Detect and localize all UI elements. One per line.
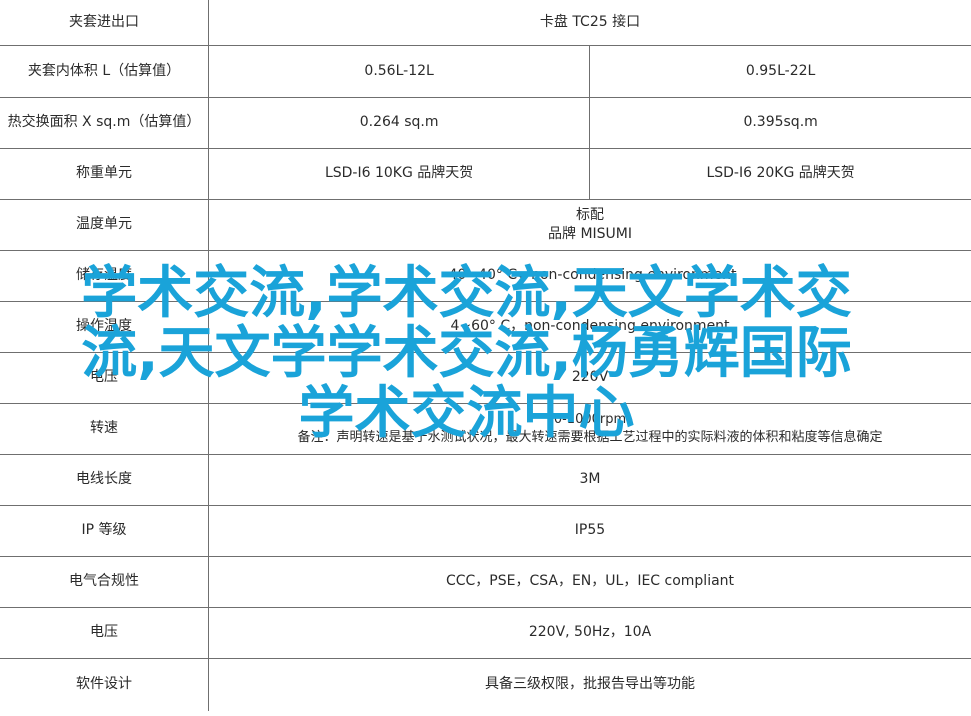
row-value: 220V, 50Hz，10A [208, 607, 971, 659]
watermark-line: 学术交流,学术交流,天文学术交 [81, 261, 852, 326]
row-label: 电气合规性 [0, 556, 209, 608]
row-value-line2: 品牌 MISUMI [548, 225, 632, 242]
row-value-right: LSD-I6 20KG 品牌天贺 [589, 148, 971, 200]
row-label: 热交换面积 X sq.m（估算值） [0, 97, 209, 149]
table-row: 夹套进出口 卡盘 TC25 接口 [0, 0, 971, 46]
row-value: IP55 [208, 505, 971, 557]
table-row: 电线长度 3M [0, 454, 971, 506]
table-row: 电气合规性 CCC，PSE，CSA，EN，UL，IEC compliant [0, 556, 971, 608]
row-value-right: 0.95L-22L [589, 45, 971, 98]
table-row: 电压 220V, 50Hz，10A [0, 607, 971, 659]
table-row: 称重单元 LSD-I6 10KG 品牌天贺 LSD-I6 20KG 品牌天贺 [0, 148, 971, 200]
row-label: 夹套内体积 L（估算值） [0, 45, 209, 98]
row-value: 标配 品牌 MISUMI [208, 199, 971, 251]
row-value-left: 0.56L-12L [207, 45, 590, 98]
row-label: 电线长度 [0, 454, 209, 506]
watermark-line: 流,天文学学术交流,杨勇辉国际 [81, 321, 852, 386]
row-label: 软件设计 [76, 676, 132, 693]
table-row: 热交换面积 X sq.m（估算值） 0.264 sq.m 0.395sq.m [0, 97, 971, 149]
row-value: CCC，PSE，CSA，EN，UL，IEC compliant [208, 556, 971, 608]
row-label: 称重单元 [0, 148, 209, 200]
row-value-left: 0.264 sq.m [207, 97, 590, 149]
table-row: IP 等级 IP55 [0, 505, 971, 557]
row-label: 温度单元 [0, 199, 209, 251]
row-value-right: 0.395sq.m [589, 97, 971, 149]
table-row: 软件设计 具备三级权限，批报告导出等功能 [0, 658, 971, 711]
table-row: 夹套内体积 L（估算值） 0.56L-12L 0.95L-22L [0, 45, 971, 98]
row-label: IP 等级 [0, 505, 209, 557]
table-row: 温度单元 标配 品牌 MISUMI [0, 199, 971, 251]
row-value: 卡盘 TC25 接口 [208, 0, 971, 46]
row-value: 具备三级权限，批报告导出等功能 [208, 658, 971, 711]
row-value-line1: 标配 [576, 206, 604, 223]
row-label: 电压 [0, 607, 209, 659]
row-value: 3M [208, 454, 971, 506]
row-value-left: LSD-I6 10KG 品牌天贺 [207, 148, 590, 200]
watermark-line: 学术交流中心 [298, 381, 635, 446]
row-label: 夹套进出口 [0, 0, 209, 46]
watermark-overlay: 学术交流,学术交流,天文学术交 流,天文学学术交流,杨勇辉国际 学术交流中心 [14, 264, 919, 444]
